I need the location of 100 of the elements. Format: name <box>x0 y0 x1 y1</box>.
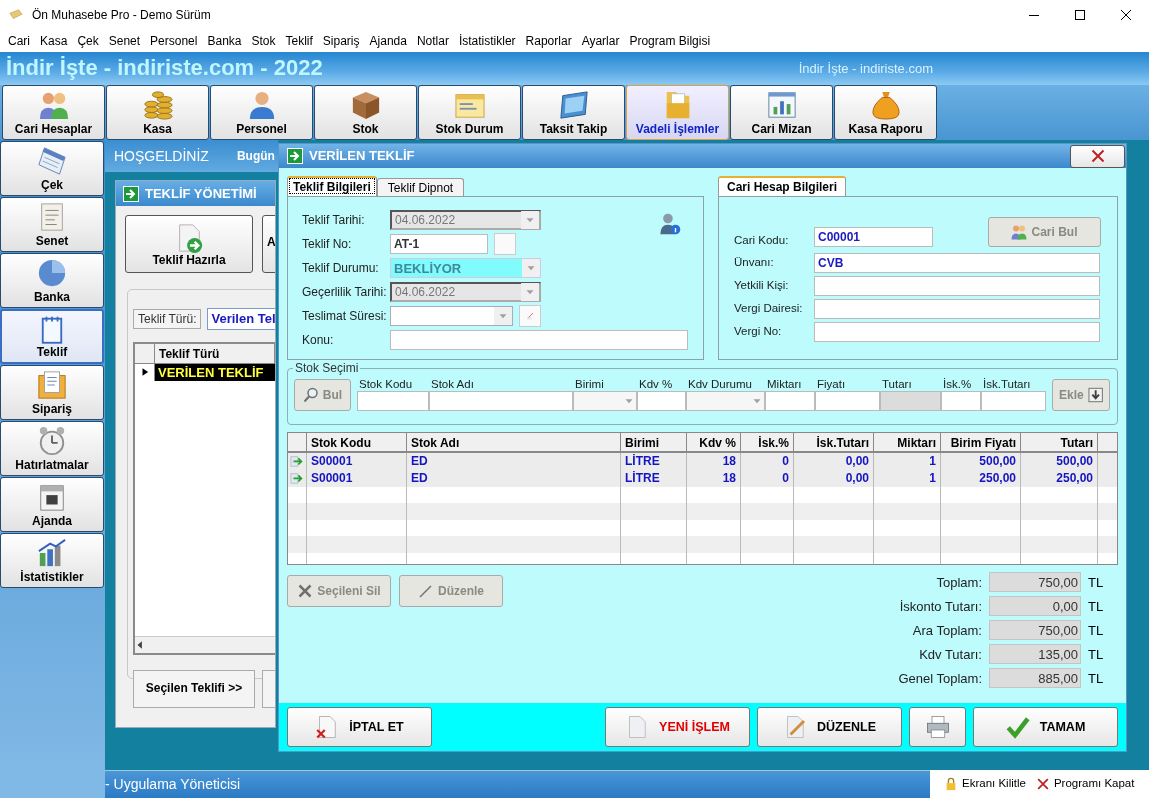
pie-chart-icon <box>37 258 67 288</box>
menu-item[interactable]: Banka <box>202 33 247 49</box>
input-field[interactable] <box>941 391 981 412</box>
toolbar-button[interactable]: Vadeli İşlemler <box>626 85 729 140</box>
dropdown[interactable] <box>686 391 765 412</box>
search-icon <box>302 387 319 404</box>
filter-field[interactable]: Verilen Tel <box>207 308 275 330</box>
currency-label: TL <box>1088 622 1102 639</box>
sidebar-button[interactable]: Sipariş <box>0 365 104 420</box>
toolbar-button[interactable]: Kasa Raporu <box>834 85 937 140</box>
table-cell: 500,00 <box>941 453 1021 470</box>
text-field[interactable] <box>814 322 1100 343</box>
menu-item[interactable]: Sipariş <box>317 33 365 49</box>
alarm-clock-icon <box>37 426 67 456</box>
text-field[interactable]: CVB <box>814 253 1100 274</box>
table-cell: 0 <box>741 453 794 470</box>
box-icon <box>350 90 381 120</box>
field-label: Teklif Tarihi: <box>302 213 366 228</box>
tab[interactable]: Teklif Bilgileri <box>287 176 377 197</box>
sidebar-button[interactable]: Hatırlatmalar <box>0 421 104 476</box>
lock-button[interactable]: Ekranı Kilitle <box>944 777 1026 791</box>
table-cell: ED <box>407 469 621 487</box>
dropdown[interactable] <box>390 306 513 327</box>
text-field[interactable]: AT-1 <box>390 234 488 255</box>
action-button[interactable]: Teklif Hazırla <box>125 215 253 273</box>
menu-item[interactable]: Senet <box>103 33 146 49</box>
input-field[interactable] <box>765 391 815 412</box>
dropdown[interactable] <box>573 391 637 412</box>
toolbar-button[interactable]: Kasa <box>106 85 209 140</box>
arrow-icon <box>287 148 303 165</box>
menu-item[interactable]: Teklif <box>280 33 318 49</box>
menu-item[interactable]: Personel <box>145 33 203 49</box>
action-button[interactable]: A <box>262 215 275 273</box>
sidebar-button[interactable]: Çek <box>0 141 104 196</box>
date-dropdown[interactable]: 04.06.2022 <box>390 282 541 303</box>
banner-title: İndir İşte - indiriste.com - 2022 <box>6 55 323 82</box>
lock-icon <box>944 777 958 791</box>
sidebar-button[interactable]: Ajanda <box>0 477 104 532</box>
input-field[interactable] <box>429 391 573 412</box>
menu-item[interactable]: Cari <box>3 33 35 49</box>
close-icon <box>1035 777 1050 791</box>
column-header: Birim Fiyatı <box>941 433 1021 452</box>
edit-button[interactable]: DÜZENLE <box>757 707 902 748</box>
toolbar-button[interactable]: Personel <box>210 85 313 140</box>
menu-item[interactable]: Kasa <box>35 33 73 49</box>
edit-button[interactable] <box>519 305 541 328</box>
money-bag-icon <box>870 90 901 120</box>
date-dropdown[interactable]: 04.06.2022 <box>390 210 541 231</box>
toolbar-button[interactable]: Stok Durum <box>418 85 521 140</box>
menu-item[interactable]: Ayarlar <box>576 33 625 49</box>
tab[interactable]: Cari Hesap Bilgileri <box>718 176 847 197</box>
toolbar-button[interactable]: Cari Mizan <box>730 85 833 140</box>
column-header: Stok Adı <box>407 433 621 452</box>
table-cell: ED <box>407 453 621 470</box>
input-field[interactable] <box>815 391 880 412</box>
input-field[interactable] <box>357 391 429 412</box>
text-field[interactable] <box>814 299 1100 320</box>
field-label: Kdv Durumu <box>687 377 753 392</box>
sidebar-button[interactable]: Senet <box>0 197 104 252</box>
text-field[interactable] <box>390 330 688 351</box>
menu-item[interactable]: Çek <box>72 33 104 49</box>
text-field[interactable]: C00001 <box>814 227 933 248</box>
field-label: Teslimat Süresi: <box>302 309 384 324</box>
input-field[interactable] <box>880 391 941 412</box>
column-header: Stok Kodu <box>307 433 407 452</box>
print-button[interactable] <box>909 707 966 748</box>
menu-item[interactable]: Stok <box>246 33 281 49</box>
text-field[interactable] <box>814 276 1100 297</box>
cheque-icon <box>37 146 67 176</box>
toolbar-button[interactable]: Stok <box>314 85 417 140</box>
table-cell: 0,00 <box>794 453 874 470</box>
sidebar-button[interactable]: İstatistikler <box>0 533 104 588</box>
new-button[interactable]: YENİ İŞLEM <box>605 707 750 748</box>
total-label: İskonto Tutarı: <box>898 598 982 615</box>
action-button[interactable]: Seçilen Teklifi >> <box>133 669 255 708</box>
input-field[interactable] <box>981 391 1046 412</box>
menu-item[interactable]: Program Bilgisi <box>624 33 716 49</box>
picker-button[interactable] <box>494 233 516 256</box>
menu-item[interactable]: Notlar <box>411 33 454 49</box>
close-button[interactable] <box>1070 144 1125 168</box>
tab[interactable]: Teklif Dipnot <box>376 178 465 197</box>
group-title: Stok Seçimi <box>293 361 361 376</box>
toolbar-button[interactable]: Taksit Takip <box>522 85 625 140</box>
toolbar-button[interactable]: Cari Hesaplar <box>2 85 105 140</box>
order-icon <box>37 370 67 400</box>
menu-item[interactable]: İstatistikler <box>453 33 521 49</box>
maximize-icon <box>1075 10 1085 20</box>
menu-item[interactable]: Ajanda <box>364 33 412 49</box>
cancel-button[interactable]: İPTAL ET <box>287 707 432 748</box>
input-field[interactable] <box>637 391 686 412</box>
exit-button[interactable]: Programı Kapat <box>1035 777 1135 791</box>
menu-item[interactable]: Raporlar <box>520 33 577 49</box>
field-label: Ünvanı: <box>734 256 775 271</box>
sidebar-button[interactable]: Teklif <box>0 309 104 364</box>
banner-subtitle: İndir İşte - indiriste.com <box>798 60 933 77</box>
table-cell: 500,00 <box>1021 453 1098 470</box>
field-label: Teklif No: <box>302 237 353 252</box>
ok-button[interactable]: TAMAM <box>973 707 1118 748</box>
filter-label: Teklif Türü: <box>133 308 202 329</box>
sidebar-button[interactable]: Banka <box>0 253 104 308</box>
